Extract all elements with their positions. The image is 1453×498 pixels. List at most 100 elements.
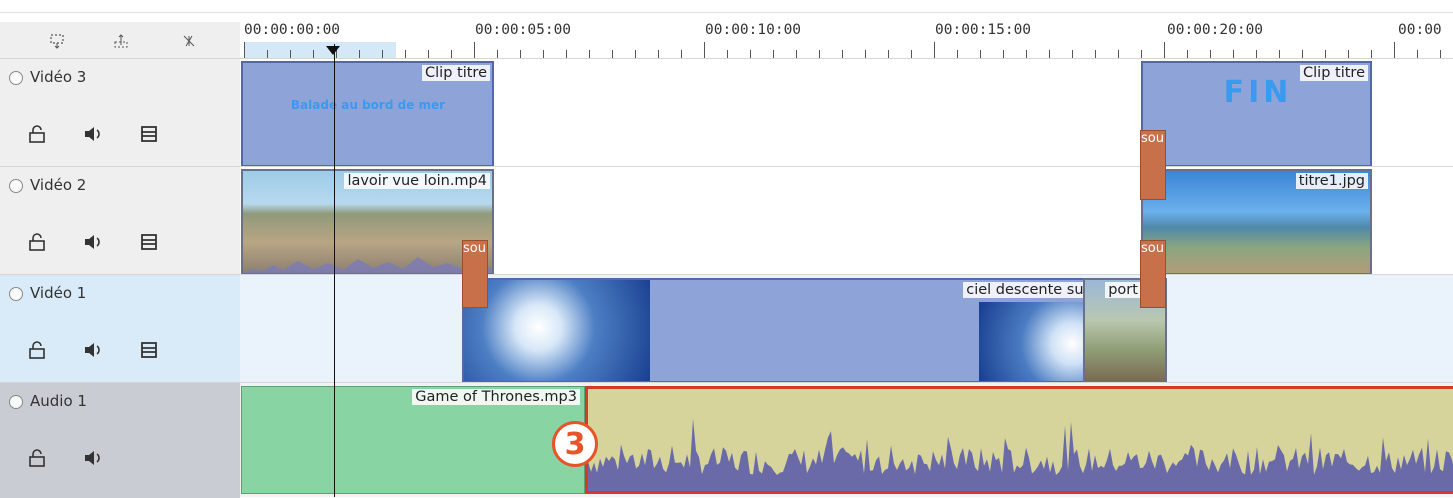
ruler-tick [244,42,245,58]
ruler-tick [313,50,314,58]
video-icon[interactable] [134,227,164,257]
clip-label: lavoir vue loin.mp4 [344,173,490,189]
ruler-tick [451,50,452,58]
ruler-tick [1279,50,1280,58]
ruler-tick [1118,50,1119,58]
video-icon[interactable] [134,335,164,365]
ruler-tick [1210,50,1211,58]
expand-icon[interactable] [108,28,134,54]
ruler-tick [1233,50,1234,58]
ruler-tick [382,50,383,58]
playhead-line[interactable] [334,44,335,497]
audio-icon[interactable] [78,227,108,257]
track-header-video-1: Vidéo 1 [0,274,240,383]
lock-icon[interactable] [22,227,52,257]
ruler-tick [1348,50,1349,58]
track-name: Vidéo 3 [30,68,87,86]
ruler-tick [658,50,659,58]
playhead-marker-icon[interactable] [326,46,340,56]
image-clip-titre1[interactable]: titre1.jpg [1141,169,1372,275]
ruler-tick [727,50,728,58]
lock-icon[interactable] [22,443,52,473]
clip-label: titre1.jpg [1295,173,1368,189]
ruler-tick [1164,42,1165,58]
audio-icon[interactable] [78,335,108,365]
track-header-audio-1: Audio 1 [0,382,240,498]
audio-clip-selected[interactable] [585,386,1453,494]
ruler-tick [405,50,406,58]
waveform [243,257,492,273]
ruler-tick [957,50,958,58]
top-toolbar-strip [0,0,1453,13]
ruler-tick [980,50,981,58]
ruler-tick [796,50,797,58]
ruler-tick [474,42,475,58]
timeline-area[interactable]: 00:00:00:00 00:00:05:00 00:00:10:00 00:0… [240,22,1453,497]
time-ruler[interactable]: 00:00:00:00 00:00:05:00 00:00:10:00 00:0… [240,22,1453,60]
ruler-tick [842,50,843,58]
title-clip-text: Balade au bord de mer [290,98,446,112]
video-icon[interactable] [134,119,164,149]
track-headers-panel: Vidéo 3 Vidéo 2 Vidéo 1 Audio 1 [0,22,240,498]
ruler-tick [750,50,751,58]
ruler-tick [1302,50,1303,58]
lane-video-1: ciel descente sur port.mp4 port av [240,274,1453,383]
ruler-tick [497,50,498,58]
track-select-radio[interactable] [9,71,23,85]
track-select-radio[interactable] [9,395,23,409]
waveform [588,418,1453,491]
ruler-tick [1187,50,1188,58]
ruler-tick [934,42,935,58]
track-header-video-3: Vidéo 3 [0,58,240,167]
ruler-tick [635,50,636,58]
timeline-tools-row [0,22,240,62]
timecode-label: 00:00 [1398,22,1442,38]
ruler-tick [1256,50,1257,58]
audio-icon[interactable] [78,443,108,473]
ruler-tick [1141,50,1142,58]
timecode-label: 00:00:05:00 [475,22,572,38]
track-select-radio[interactable] [9,179,23,193]
ruler-tick [1371,50,1372,58]
lock-icon[interactable] [22,335,52,365]
timecode-label: 00:00:15:00 [935,22,1032,38]
ruler-tick [1440,50,1441,58]
audio-clip-green[interactable]: Game of Thrones.mp3 [241,386,585,494]
title-clip-text: FIN [1223,75,1293,110]
ruler-tick [290,50,291,58]
lane-video-3: Clip titre Balade au bord de mer Clip ti… [240,58,1453,167]
ruler-tick [1026,50,1027,58]
ruler-tick [1072,50,1073,58]
ruler-tick [819,50,820,58]
track-name: Vidéo 2 [30,176,87,194]
timecode-label: 00:00:10:00 [705,22,802,38]
transition-composite[interactable]: sou [1140,240,1166,308]
title-clip[interactable]: Clip titre FIN [1141,61,1372,167]
ruler-tick [1417,50,1418,58]
track-select-radio[interactable] [9,287,23,301]
clip-thumbnail [464,280,650,381]
lock-icon[interactable] [22,119,52,149]
title-clip[interactable]: Clip titre Balade au bord de mer [241,61,494,167]
ruler-tick [428,50,429,58]
transition-composite[interactable]: sou [1140,130,1166,200]
video-clip-lavoir[interactable]: lavoir vue loin.mp4 [241,169,494,275]
ruler-tick [267,50,268,58]
ruler-tick [911,50,912,58]
track-name: Vidéo 1 [30,284,87,302]
audio-icon[interactable] [78,119,108,149]
lane-video-2: lavoir vue loin.mp4 titre1.jpg [240,166,1453,275]
snap-icon[interactable] [176,28,202,54]
ruler-tick [681,50,682,58]
track-name: Audio 1 [30,392,87,410]
track-header-video-2: Vidéo 2 [0,166,240,275]
video-clip-ciel[interactable]: ciel descente sur port.mp4 [462,278,1167,383]
fit-zoom-icon[interactable] [44,28,70,54]
ruler-tick [543,50,544,58]
ruler-tick [612,50,613,58]
step-number-badge: 3 [552,421,598,467]
transition-composite[interactable]: sou [462,240,488,308]
ruler-tick [1394,42,1395,58]
ruler-tick [566,50,567,58]
lane-audio-1: Game of Thrones.mp3 [240,382,1453,497]
